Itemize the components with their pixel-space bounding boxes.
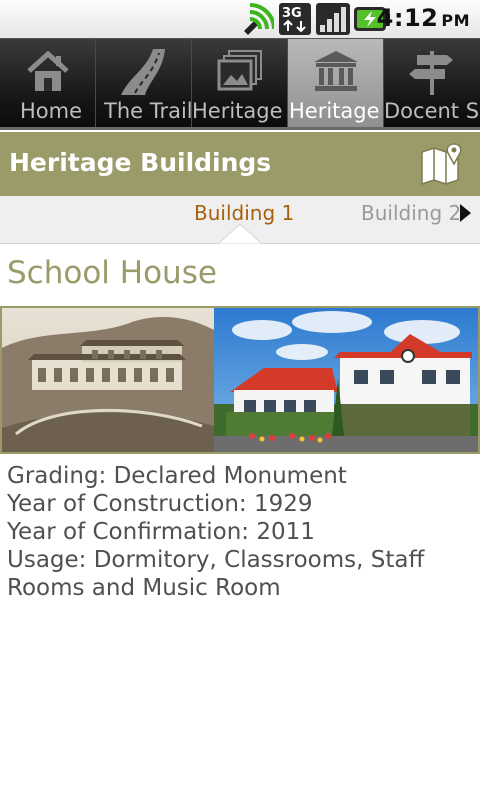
tab-heritage-buildings[interactable]: Heritage Buildings (288, 39, 384, 130)
tab-bar: Home The Trail Heritage Gallery Heritage… (0, 38, 480, 130)
tab-docent-service[interactable]: Docent Service (384, 39, 480, 130)
tab-bar-divider (0, 127, 480, 130)
building-photo[interactable] (0, 306, 480, 454)
building-name: School House (7, 255, 217, 291)
signal-strength-icon (316, 3, 350, 35)
road-icon (121, 49, 165, 95)
tab-home[interactable]: Home (0, 39, 96, 130)
tab-the-trail-label: The Trail (104, 99, 192, 123)
tab-docent-service-label: Docent Service (384, 99, 480, 123)
building-details: Grading: Declared Monument Year of Const… (7, 462, 477, 602)
signpost-icon (409, 51, 453, 95)
pager-next-building[interactable]: Building 2 (361, 201, 461, 225)
clock: 4:12 PM (376, 4, 470, 32)
chevron-right-icon[interactable] (459, 204, 471, 222)
detail-year-confirmation: Year of Confirmation: 2011 (7, 519, 315, 545)
detail-usage: Usage: Dormitory, Classrooms, Staff Room… (7, 547, 425, 601)
detail-year-construction: Year of Construction: 1929 (7, 491, 313, 517)
tab-heritage-gallery-label: Heritage Gallery (192, 99, 287, 123)
detail-grading: Grading: Declared Monument (7, 463, 347, 489)
title-bar: Heritage Buildings (0, 132, 480, 196)
page-title: Heritage Buildings (9, 148, 272, 177)
museum-icon (314, 51, 358, 91)
gallery-icon (217, 50, 262, 91)
tab-heritage-gallery[interactable]: Heritage Gallery (192, 39, 288, 130)
status-bar: 3G 4:12 PM (0, 0, 480, 38)
building-pager: Building 1 Building 2 (0, 196, 480, 244)
3g-network-icon: 3G (279, 3, 311, 35)
sync-icon (244, 3, 274, 35)
tab-home-label: Home (20, 99, 83, 123)
home-icon (27, 50, 69, 91)
school-house-image (2, 308, 478, 452)
tab-the-trail[interactable]: The Trail (96, 39, 192, 130)
svg-text:3G: 3G (282, 6, 302, 21)
pager-indicator (218, 223, 262, 244)
map-icon[interactable] (420, 142, 466, 186)
tab-heritage-buildings-label: Heritage Buildings (289, 99, 383, 123)
